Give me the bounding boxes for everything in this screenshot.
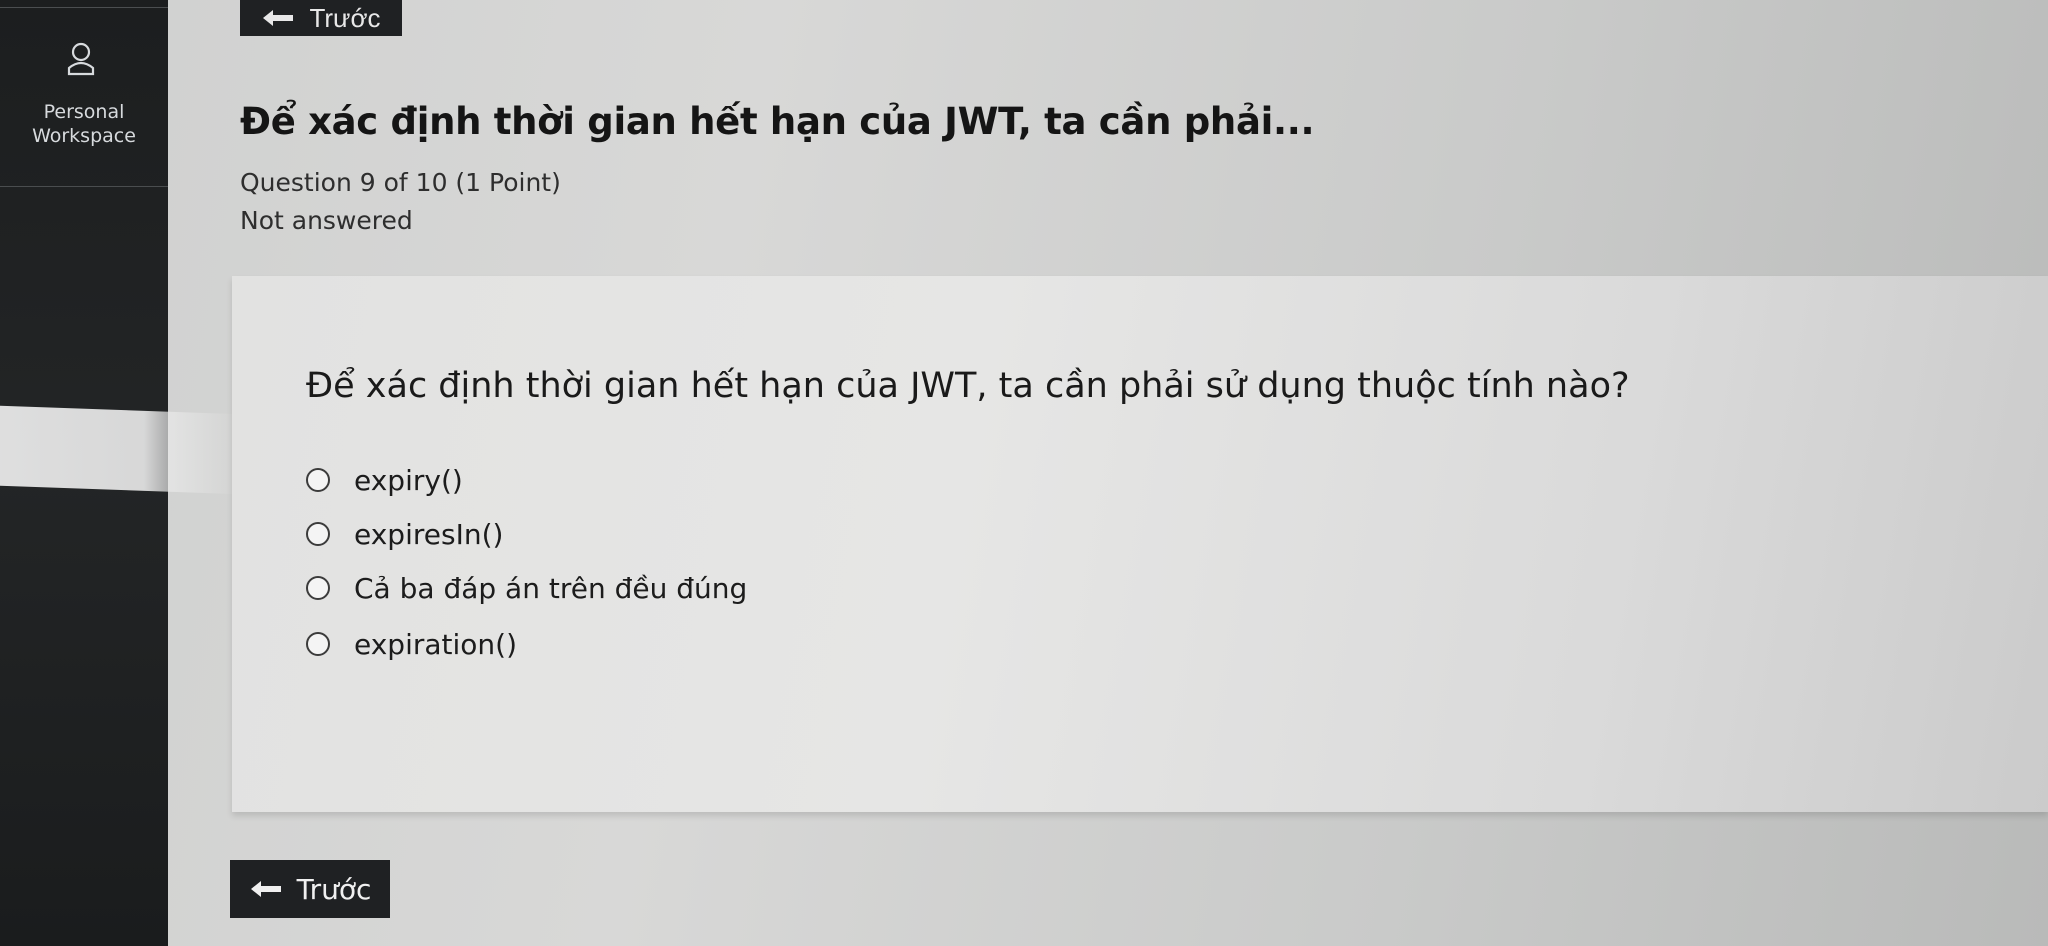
answer-option-label: expiry() [354,463,463,497]
answer-option-label: Cả ba đáp án trên đều đúng [354,571,748,605]
answer-option-label: expiration() [354,627,518,661]
radio-button[interactable] [306,522,330,546]
question-text: Để xác định thời gian hết hạn của JWT, t… [306,366,1630,406]
personal-workspace-link[interactable]: Personal Workspace [14,100,154,148]
sidebar-top-divider [0,0,168,8]
answer-option[interactable]: expiresIn() [306,516,503,552]
screen-glare [0,405,240,495]
workspace-label-line2: Workspace [32,125,136,147]
radio-button[interactable] [306,576,330,600]
arrow-left-icon [263,10,294,26]
workspace-label-line1: Personal [43,101,125,123]
answer-status: Not answered [240,206,413,235]
page-title: Để xác định thời gian hết hạn của JWT, t… [240,100,1315,143]
back-button-label: Trước [296,872,372,906]
radio-button[interactable] [306,468,330,492]
back-button[interactable]: Trước [230,860,390,918]
answer-option[interactable]: expiry() [306,462,463,498]
question-card [232,276,2048,812]
answer-option-label: expiresIn() [354,517,504,551]
user-icon[interactable] [66,42,96,76]
answer-option[interactable]: Cả ba đáp án trên đều đúng [306,570,747,606]
back-button-top[interactable]: Trước [240,0,402,36]
arrow-left-icon [250,881,281,897]
answer-option[interactable]: expiration() [306,626,517,662]
sidebar-divider [0,186,168,187]
back-button-top-label: Trước [309,2,381,33]
question-meta: Question 9 of 10 (1 Point) [240,168,561,197]
radio-button[interactable] [306,632,330,656]
